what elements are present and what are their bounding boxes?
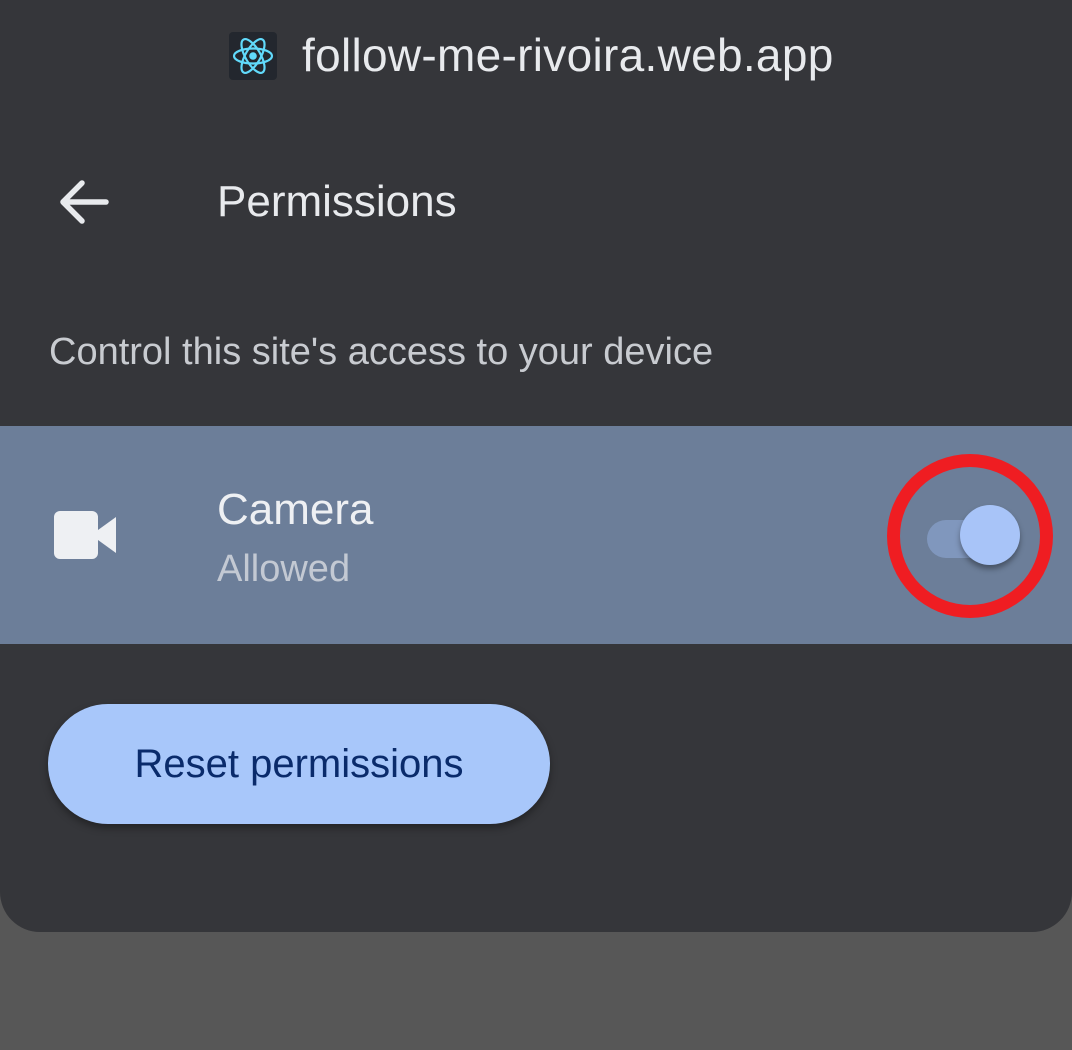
camera-permission-toggle[interactable] bbox=[920, 504, 1030, 566]
site-domain: follow-me-rivoira.web.app bbox=[302, 29, 834, 81]
site-settings-sheet: follow-me-rivoira.web.app Permissions Co… bbox=[0, 0, 1072, 932]
back-button[interactable] bbox=[44, 162, 124, 242]
arrow-back-icon bbox=[60, 180, 109, 224]
toggle-thumb bbox=[960, 505, 1020, 565]
site-header: follow-me-rivoira.web.app bbox=[0, 0, 1072, 115]
page-title: Permissions bbox=[217, 177, 457, 226]
videocam-icon bbox=[52, 509, 118, 561]
section-description: Control this site's access to your devic… bbox=[49, 331, 714, 373]
permission-row-camera[interactable]: Camera Allowed bbox=[0, 426, 1072, 644]
permission-status: Allowed bbox=[217, 548, 351, 590]
permission-name: Camera bbox=[217, 485, 374, 534]
react-logo-icon bbox=[229, 32, 277, 80]
toolbar: Permissions bbox=[0, 150, 1072, 260]
reset-permissions-button[interactable]: Reset permissions bbox=[48, 704, 550, 824]
